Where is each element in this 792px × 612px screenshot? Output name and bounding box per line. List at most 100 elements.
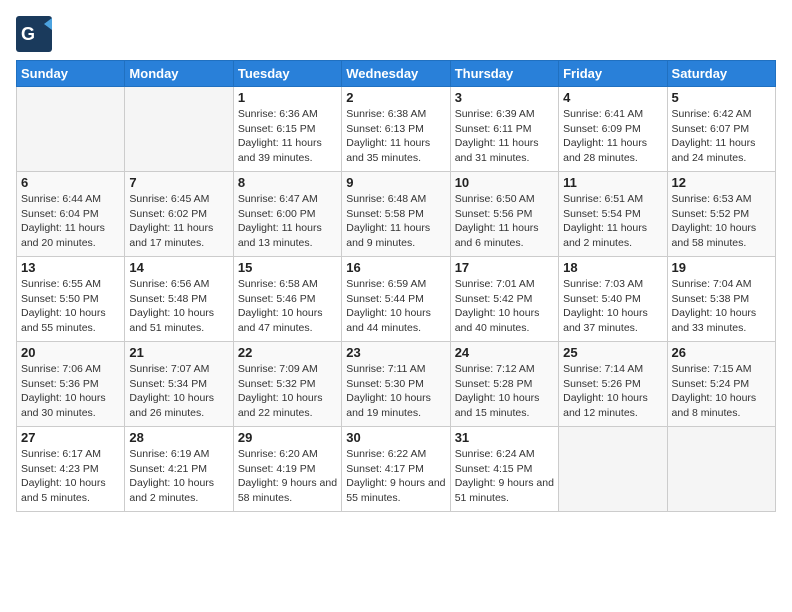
page-header: G — [16, 16, 776, 52]
day-detail: Sunrise: 6:58 AM Sunset: 5:46 PM Dayligh… — [238, 277, 337, 336]
calendar-cell: 11 Sunrise: 6:51 AM Sunset: 5:54 PM Dayl… — [559, 172, 667, 257]
day-number: 15 — [238, 260, 337, 275]
day-detail: Sunrise: 6:48 AM Sunset: 5:58 PM Dayligh… — [346, 192, 445, 251]
day-number: 8 — [238, 175, 337, 190]
weekday-header: Monday — [125, 61, 233, 87]
day-number: 31 — [455, 430, 554, 445]
day-detail: Sunrise: 6:50 AM Sunset: 5:56 PM Dayligh… — [455, 192, 554, 251]
day-detail: Sunrise: 7:12 AM Sunset: 5:28 PM Dayligh… — [455, 362, 554, 421]
day-detail: Sunrise: 6:19 AM Sunset: 4:21 PM Dayligh… — [129, 447, 228, 506]
calendar-cell: 30 Sunrise: 6:22 AM Sunset: 4:17 PM Dayl… — [342, 427, 450, 512]
day-number: 28 — [129, 430, 228, 445]
calendar-cell: 2 Sunrise: 6:38 AM Sunset: 6:13 PM Dayli… — [342, 87, 450, 172]
calendar-cell: 13 Sunrise: 6:55 AM Sunset: 5:50 PM Dayl… — [17, 257, 125, 342]
day-detail: Sunrise: 6:44 AM Sunset: 6:04 PM Dayligh… — [21, 192, 120, 251]
svg-text:G: G — [21, 24, 35, 44]
calendar-cell: 28 Sunrise: 6:19 AM Sunset: 4:21 PM Dayl… — [125, 427, 233, 512]
day-detail: Sunrise: 7:14 AM Sunset: 5:26 PM Dayligh… — [563, 362, 662, 421]
calendar-cell — [559, 427, 667, 512]
calendar-cell: 12 Sunrise: 6:53 AM Sunset: 5:52 PM Dayl… — [667, 172, 775, 257]
calendar-cell: 25 Sunrise: 7:14 AM Sunset: 5:26 PM Dayl… — [559, 342, 667, 427]
weekday-header: Sunday — [17, 61, 125, 87]
day-detail: Sunrise: 7:09 AM Sunset: 5:32 PM Dayligh… — [238, 362, 337, 421]
calendar-cell: 17 Sunrise: 7:01 AM Sunset: 5:42 PM Dayl… — [450, 257, 558, 342]
day-number: 1 — [238, 90, 337, 105]
day-number: 13 — [21, 260, 120, 275]
day-number: 14 — [129, 260, 228, 275]
day-detail: Sunrise: 6:38 AM Sunset: 6:13 PM Dayligh… — [346, 107, 445, 166]
day-number: 19 — [672, 260, 771, 275]
day-detail: Sunrise: 7:06 AM Sunset: 5:36 PM Dayligh… — [21, 362, 120, 421]
calendar-cell: 3 Sunrise: 6:39 AM Sunset: 6:11 PM Dayli… — [450, 87, 558, 172]
day-number: 10 — [455, 175, 554, 190]
calendar-cell: 18 Sunrise: 7:03 AM Sunset: 5:40 PM Dayl… — [559, 257, 667, 342]
day-number: 24 — [455, 345, 554, 360]
day-detail: Sunrise: 6:22 AM Sunset: 4:17 PM Dayligh… — [346, 447, 445, 506]
calendar-cell: 10 Sunrise: 6:50 AM Sunset: 5:56 PM Dayl… — [450, 172, 558, 257]
calendar-cell — [125, 87, 233, 172]
day-number: 18 — [563, 260, 662, 275]
calendar-header-row: SundayMondayTuesdayWednesdayThursdayFrid… — [17, 61, 776, 87]
day-number: 20 — [21, 345, 120, 360]
day-number: 21 — [129, 345, 228, 360]
logo-icon: G — [16, 16, 52, 52]
day-detail: Sunrise: 6:17 AM Sunset: 4:23 PM Dayligh… — [21, 447, 120, 506]
day-detail: Sunrise: 7:07 AM Sunset: 5:34 PM Dayligh… — [129, 362, 228, 421]
calendar-body: 1 Sunrise: 6:36 AM Sunset: 6:15 PM Dayli… — [17, 87, 776, 512]
day-detail: Sunrise: 6:59 AM Sunset: 5:44 PM Dayligh… — [346, 277, 445, 336]
calendar-cell: 24 Sunrise: 7:12 AM Sunset: 5:28 PM Dayl… — [450, 342, 558, 427]
calendar-cell: 21 Sunrise: 7:07 AM Sunset: 5:34 PM Dayl… — [125, 342, 233, 427]
day-number: 3 — [455, 90, 554, 105]
day-number: 12 — [672, 175, 771, 190]
calendar-cell: 9 Sunrise: 6:48 AM Sunset: 5:58 PM Dayli… — [342, 172, 450, 257]
day-number: 11 — [563, 175, 662, 190]
day-detail: Sunrise: 6:20 AM Sunset: 4:19 PM Dayligh… — [238, 447, 337, 506]
calendar-cell: 16 Sunrise: 6:59 AM Sunset: 5:44 PM Dayl… — [342, 257, 450, 342]
calendar-cell: 29 Sunrise: 6:20 AM Sunset: 4:19 PM Dayl… — [233, 427, 341, 512]
calendar-cell: 15 Sunrise: 6:58 AM Sunset: 5:46 PM Dayl… — [233, 257, 341, 342]
day-detail: Sunrise: 6:55 AM Sunset: 5:50 PM Dayligh… — [21, 277, 120, 336]
calendar-cell: 19 Sunrise: 7:04 AM Sunset: 5:38 PM Dayl… — [667, 257, 775, 342]
calendar-cell: 4 Sunrise: 6:41 AM Sunset: 6:09 PM Dayli… — [559, 87, 667, 172]
day-number: 16 — [346, 260, 445, 275]
calendar-cell: 27 Sunrise: 6:17 AM Sunset: 4:23 PM Dayl… — [17, 427, 125, 512]
day-detail: Sunrise: 7:03 AM Sunset: 5:40 PM Dayligh… — [563, 277, 662, 336]
day-number: 29 — [238, 430, 337, 445]
day-detail: Sunrise: 6:24 AM Sunset: 4:15 PM Dayligh… — [455, 447, 554, 506]
calendar-week-row: 20 Sunrise: 7:06 AM Sunset: 5:36 PM Dayl… — [17, 342, 776, 427]
calendar-cell: 1 Sunrise: 6:36 AM Sunset: 6:15 PM Dayli… — [233, 87, 341, 172]
calendar-cell: 6 Sunrise: 6:44 AM Sunset: 6:04 PM Dayli… — [17, 172, 125, 257]
day-number: 27 — [21, 430, 120, 445]
day-number: 4 — [563, 90, 662, 105]
day-number: 9 — [346, 175, 445, 190]
calendar-cell: 22 Sunrise: 7:09 AM Sunset: 5:32 PM Dayl… — [233, 342, 341, 427]
logo: G — [16, 16, 56, 52]
calendar-week-row: 1 Sunrise: 6:36 AM Sunset: 6:15 PM Dayli… — [17, 87, 776, 172]
day-detail: Sunrise: 6:56 AM Sunset: 5:48 PM Dayligh… — [129, 277, 228, 336]
calendar-cell: 31 Sunrise: 6:24 AM Sunset: 4:15 PM Dayl… — [450, 427, 558, 512]
day-number: 22 — [238, 345, 337, 360]
weekday-header: Thursday — [450, 61, 558, 87]
calendar-cell: 14 Sunrise: 6:56 AM Sunset: 5:48 PM Dayl… — [125, 257, 233, 342]
day-detail: Sunrise: 6:47 AM Sunset: 6:00 PM Dayligh… — [238, 192, 337, 251]
day-number: 5 — [672, 90, 771, 105]
weekday-header: Saturday — [667, 61, 775, 87]
day-detail: Sunrise: 7:15 AM Sunset: 5:24 PM Dayligh… — [672, 362, 771, 421]
day-number: 6 — [21, 175, 120, 190]
calendar-cell: 20 Sunrise: 7:06 AM Sunset: 5:36 PM Dayl… — [17, 342, 125, 427]
day-number: 23 — [346, 345, 445, 360]
day-detail: Sunrise: 6:42 AM Sunset: 6:07 PM Dayligh… — [672, 107, 771, 166]
weekday-header: Friday — [559, 61, 667, 87]
calendar-cell: 5 Sunrise: 6:42 AM Sunset: 6:07 PM Dayli… — [667, 87, 775, 172]
calendar-cell: 7 Sunrise: 6:45 AM Sunset: 6:02 PM Dayli… — [125, 172, 233, 257]
day-detail: Sunrise: 7:11 AM Sunset: 5:30 PM Dayligh… — [346, 362, 445, 421]
day-number: 26 — [672, 345, 771, 360]
day-detail: Sunrise: 6:53 AM Sunset: 5:52 PM Dayligh… — [672, 192, 771, 251]
calendar-cell — [17, 87, 125, 172]
calendar-cell: 26 Sunrise: 7:15 AM Sunset: 5:24 PM Dayl… — [667, 342, 775, 427]
calendar-week-row: 6 Sunrise: 6:44 AM Sunset: 6:04 PM Dayli… — [17, 172, 776, 257]
day-detail: Sunrise: 6:51 AM Sunset: 5:54 PM Dayligh… — [563, 192, 662, 251]
calendar-week-row: 13 Sunrise: 6:55 AM Sunset: 5:50 PM Dayl… — [17, 257, 776, 342]
day-detail: Sunrise: 7:01 AM Sunset: 5:42 PM Dayligh… — [455, 277, 554, 336]
day-detail: Sunrise: 7:04 AM Sunset: 5:38 PM Dayligh… — [672, 277, 771, 336]
